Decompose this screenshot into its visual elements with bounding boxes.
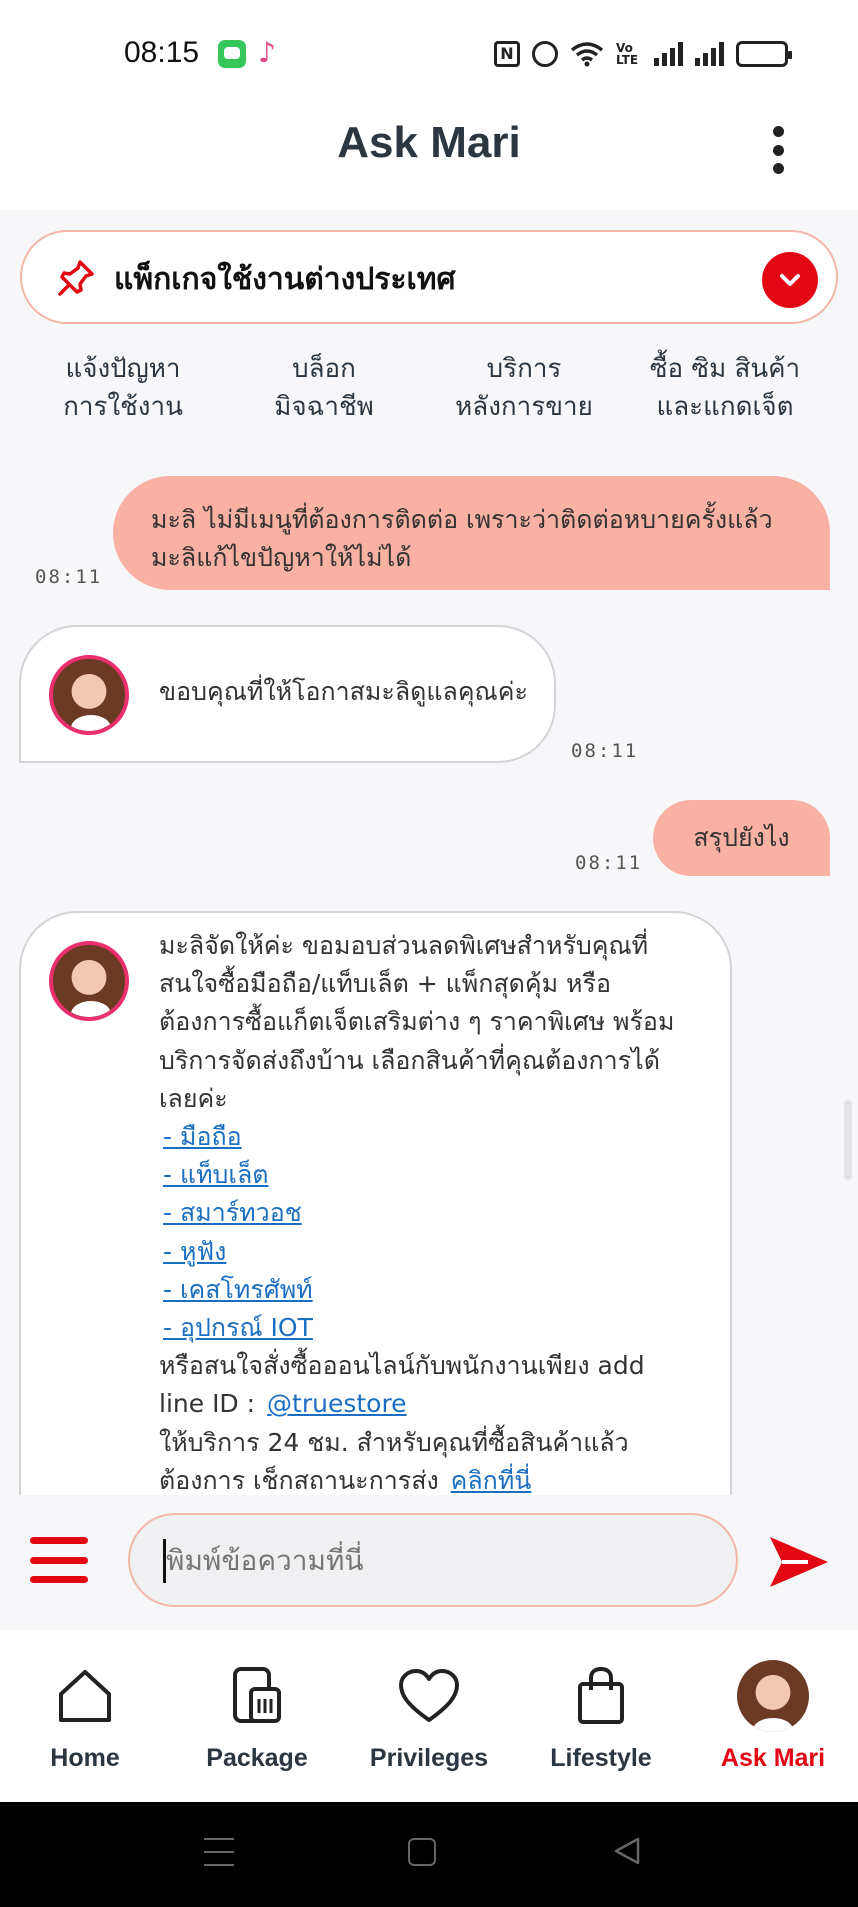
home-icon [0,1660,170,1732]
mari-avatar-icon [737,1660,809,1732]
link-mobile[interactable]: - มือถือ [159,1118,719,1156]
heart-icon [344,1660,514,1732]
signal-icon [695,42,724,66]
message-input-bar [0,1495,858,1630]
message-timestamp: 08:11 [35,566,103,588]
link-iot-devices[interactable]: - อุปกรณ์ IOT [159,1309,719,1347]
page-title: Ask Mari [337,118,521,167]
alarm-icon [532,41,558,67]
bot-message-text: มะลิจัดให้ค่ะ ขอมอบส่วนลดพิเศษสำหรับคุณท… [159,927,719,1495]
tiktok-icon: ♪ [258,36,276,69]
mari-avatar [49,655,129,735]
package-banner[interactable]: แพ็กเกจใช้งานต่างประเทศ [20,230,838,324]
track-order-link[interactable]: คลิกที่นี่ [447,1466,532,1495]
link-headphones[interactable]: - หูฟัง [159,1233,719,1271]
quick-item-report-problem[interactable]: แจ้งปัญหา การใช้งาน [23,350,223,426]
wifi-icon [570,41,604,67]
nav-privileges[interactable]: Privileges [344,1660,514,1773]
link-smartwatch[interactable]: - สมาร์ทวอช [159,1194,719,1232]
system-navigation-bar [0,1802,858,1907]
app-header: Ask Mari [0,100,858,210]
message-timestamp: 08:11 [575,852,643,874]
chevron-down-icon[interactable] [762,252,818,308]
more-vertical-icon[interactable] [768,126,788,174]
battery-icon [736,41,792,67]
text-caret [163,1539,166,1583]
quick-item-buy-sim[interactable]: ซื้อ ซิม สินค้า และแกดเจ็ต [625,350,825,426]
link-tablet[interactable]: - แท็บเล็ต [159,1156,719,1194]
chat-scrollbar[interactable] [844,1100,852,1180]
volte-icon: Vo LTE [616,41,639,67]
status-time: 08:15 [124,36,200,69]
mari-avatar [49,941,129,1021]
banner-text: แพ็กเกจใช้งานต่างประเทศ [114,262,456,297]
truestore-line-link[interactable]: @truestore [263,1389,407,1418]
hamburger-menu-icon[interactable] [30,1537,88,1583]
nav-lifestyle[interactable]: Lifestyle [516,1660,686,1773]
message-input[interactable] [128,1513,738,1607]
bot-message: มะลิจัดให้ค่ะ ขอมอบส่วนลดพิเศษสำหรับคุณท… [19,911,732,1495]
bot-message-text: ขอบคุณที่ให้โอกาสมะลิดูแลคุณค่ะ [159,677,528,706]
user-message: สรุปยังไง [653,800,830,876]
quick-item-block-scam[interactable]: บล็อก มิจฉาชีพ [224,350,424,426]
user-message: มะลิ ไม่มีเมนูที่ต้องการติดต่อ เพราะว่าต… [113,476,830,590]
status-icons: N Vo LTE [494,36,792,72]
home-square-icon[interactable] [408,1838,436,1866]
bottom-navigation: Home Package Privileges Lifestyle Ask Ma… [0,1630,858,1802]
nav-ask-mari[interactable]: Ask Mari [688,1660,858,1773]
chat-area[interactable]: มะลิ ไม่มีเมนูที่ต้องการติดต่อ เพราะว่าต… [0,460,858,1495]
package-sim-icon [172,1660,342,1732]
send-icon[interactable] [768,1533,830,1591]
message-timestamp: 08:11 [571,740,639,762]
nav-home[interactable]: Home [0,1660,170,1773]
pin-icon [58,260,94,296]
bot-message: ขอบคุณที่ให้โอกาสมะลิดูแลคุณค่ะ [19,625,556,763]
signal-icon [654,42,683,66]
status-bar: 08:15 ♪ N Vo LTE [0,0,858,100]
back-triangle-icon[interactable] [612,1836,642,1866]
link-phone-case[interactable]: - เคสโทรศัพท์ [159,1271,719,1309]
quick-menu: แจ้งปัญหา การใช้งาน บล็อก มิจฉาชีพ บริกา… [0,350,858,440]
recents-icon[interactable] [204,1838,234,1866]
nav-package[interactable]: Package [172,1660,342,1773]
quick-item-after-sales[interactable]: บริการ หลังการขาย [424,350,624,426]
messages-app-icon [218,40,246,68]
shopping-bag-icon [516,1660,686,1732]
nfc-icon: N [494,41,520,67]
